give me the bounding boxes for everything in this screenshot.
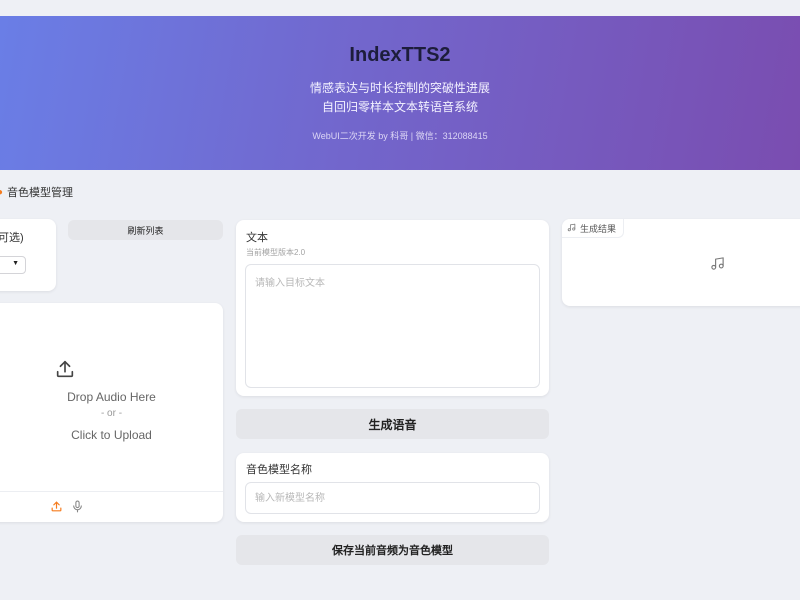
caret-down-icon: ▼ bbox=[12, 260, 19, 267]
or-text: - or - bbox=[100, 408, 123, 419]
click-upload-text: Click to Upload bbox=[71, 428, 152, 442]
section-title: 音色模型管理 bbox=[7, 187, 74, 199]
voice-select-label: 可选) bbox=[0, 232, 24, 244]
voice-dropdown[interactable]: ▼ bbox=[0, 256, 26, 274]
result-tag: 生成结果 bbox=[562, 219, 625, 238]
microphone-icon[interactable] bbox=[71, 500, 84, 518]
generate-speech-button[interactable]: 生成语音 bbox=[236, 409, 549, 439]
credit-text: WebUI二次开发 by 科哥 | 微信：312088415 bbox=[312, 131, 488, 141]
target-text-input[interactable] bbox=[245, 264, 540, 388]
model-name-label: 音色模型名称 bbox=[246, 464, 312, 476]
result-label: 生成结果 bbox=[580, 223, 617, 234]
header-banner: IndexTTS2 情感表达与时长控制的突破性进展 自回归零样本文本转语音系统 … bbox=[0, 16, 800, 170]
source-divider bbox=[0, 491, 223, 492]
subtitle-line-1: 情感表达与时长控制的突破性进展 bbox=[309, 81, 490, 95]
subtitle-line-2: 自回归零样本文本转语音系统 bbox=[321, 100, 478, 114]
result-card: 生成结果 bbox=[562, 219, 800, 306]
text-input-card: 文本 当前模型版本2.0 bbox=[236, 220, 549, 396]
text-label: 文本 bbox=[246, 232, 268, 244]
music-note-icon bbox=[710, 256, 725, 276]
model-version-info: 当前模型版本2.0 bbox=[246, 248, 306, 257]
music-note-icon bbox=[567, 223, 576, 234]
model-name-input[interactable] bbox=[245, 482, 540, 514]
bullet-icon: ◗ bbox=[0, 186, 5, 198]
drop-audio-text: Drop Audio Here bbox=[67, 390, 156, 404]
audio-upload-dropzone[interactable]: Drop Audio Here - or - Click to Upload bbox=[0, 303, 223, 522]
model-name-card: 音色模型名称 bbox=[236, 453, 549, 522]
upload-source-icon[interactable] bbox=[50, 500, 63, 518]
voice-select-card: 可选) ▼ bbox=[0, 219, 56, 291]
refresh-list-button[interactable]: 刷新列表 bbox=[68, 220, 223, 240]
save-voice-model-button[interactable]: 保存当前音频为音色模型 bbox=[236, 535, 549, 565]
section-header[interactable]: ◗ 音色模型管理 bbox=[0, 184, 73, 200]
app-title: IndexTTS2 bbox=[349, 44, 451, 66]
upload-icon bbox=[54, 358, 76, 385]
